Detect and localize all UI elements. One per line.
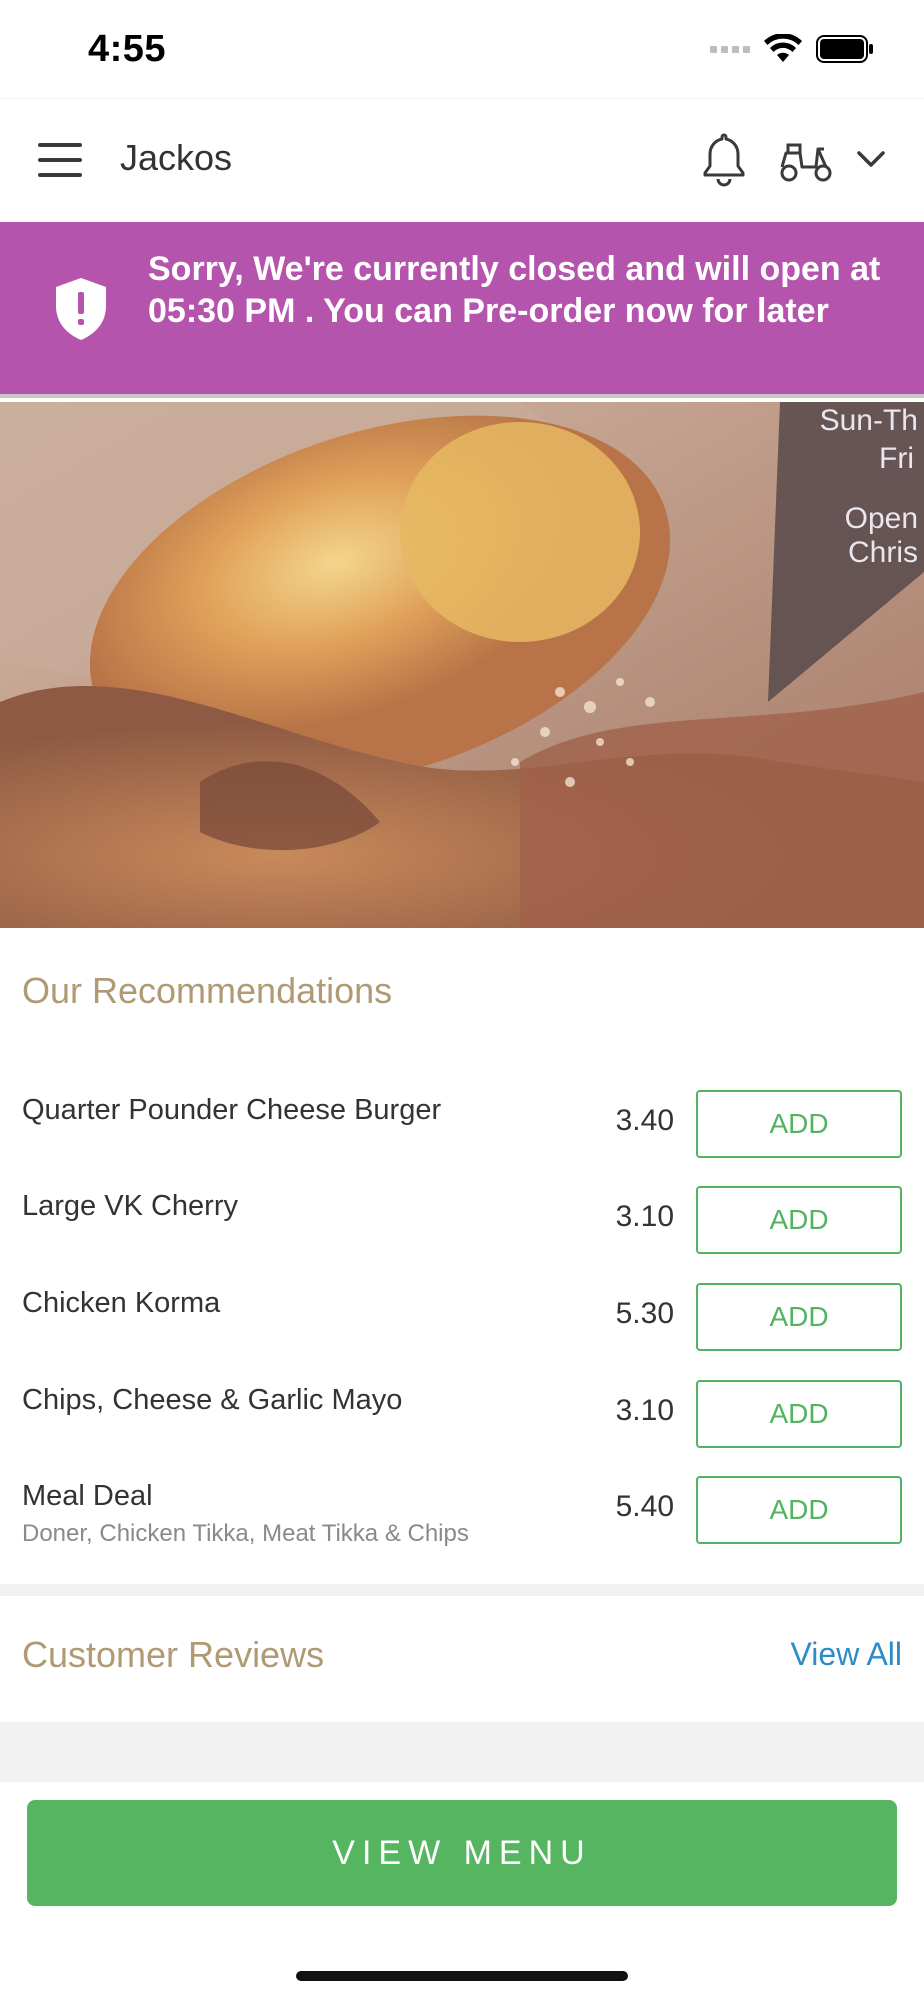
cellular-signal-icon [710,45,750,53]
closed-notice-text: Sorry, We're currently closed and will o… [148,250,881,330]
view-menu-button[interactable]: VIEW MENU [27,1800,897,1906]
recommendation-item: Chicken Korma 5.30 ADD [0,1283,924,1383]
item-price: 3.10 [615,1394,674,1427]
view-all-reviews-link[interactable]: View All [791,1636,902,1673]
add-button[interactable]: ADD [696,1380,902,1448]
item-price: 5.30 [615,1297,674,1330]
add-button[interactable]: ADD [696,1186,902,1254]
hero-sign-text: Sun-Th [819,404,918,437]
restaurant-title: Jackos [120,137,233,178]
chevron-down-icon[interactable] [856,147,886,171]
section-divider [0,1584,924,1596]
section-divider [0,1722,924,1782]
recommendation-item: Quarter Pounder Cheese Burger 3.40 ADD [0,1090,924,1190]
home-indicator [296,1971,628,1981]
item-description: Doner, Chicken Tikka, Meat Tikka & Chips [22,1520,469,1547]
item-name: Quarter Pounder Cheese Burger [22,1094,442,1126]
status-time: 4:55 [88,28,167,70]
status-bar: 4:55 [0,0,924,98]
menu-icon[interactable] [38,143,82,177]
hero-sign-text: Open [844,502,918,535]
hero-sign-text: Fri [879,442,914,475]
wifi-icon [764,34,802,62]
item-price: 3.10 [615,1200,674,1233]
hero-food-image: Sun-Th Fri Open Chris [0,402,924,928]
hero-sign-text: Chris [847,536,918,569]
item-name: Chicken Korma [22,1287,221,1319]
bell-icon[interactable] [702,131,746,187]
item-name: Chips, Cheese & Garlic Mayo [22,1384,403,1416]
item-name: Meal Deal [22,1480,153,1512]
item-price: 3.40 [615,1104,674,1137]
recommendation-item: Large VK Cherry 3.10 ADD [0,1186,924,1286]
add-button[interactable]: ADD [696,1283,902,1351]
add-button[interactable]: ADD [696,1090,902,1158]
reviews-title: Customer Reviews [22,1634,325,1675]
add-button[interactable]: ADD [696,1476,902,1544]
scooter-icon[interactable] [778,137,834,185]
shield-alert-icon [56,278,106,340]
food-photo [0,402,924,928]
item-price: 5.40 [615,1490,674,1523]
closed-notice-banner: Sorry, We're currently closed and will o… [0,222,924,398]
battery-icon [816,35,873,63]
app-header: Jackos [0,98,924,222]
status-indicators [710,34,874,64]
recommendation-item: Meal Deal Doner, Chicken Tikka, Meat Tik… [0,1476,924,1576]
item-name: Large VK Cherry [22,1190,238,1222]
recommendations-title: Our Recommendations [22,970,393,1011]
recommendation-item: Chips, Cheese & Garlic Mayo 3.10 ADD [0,1380,924,1480]
customer-reviews-section: Customer Reviews View All [0,1596,924,1722]
